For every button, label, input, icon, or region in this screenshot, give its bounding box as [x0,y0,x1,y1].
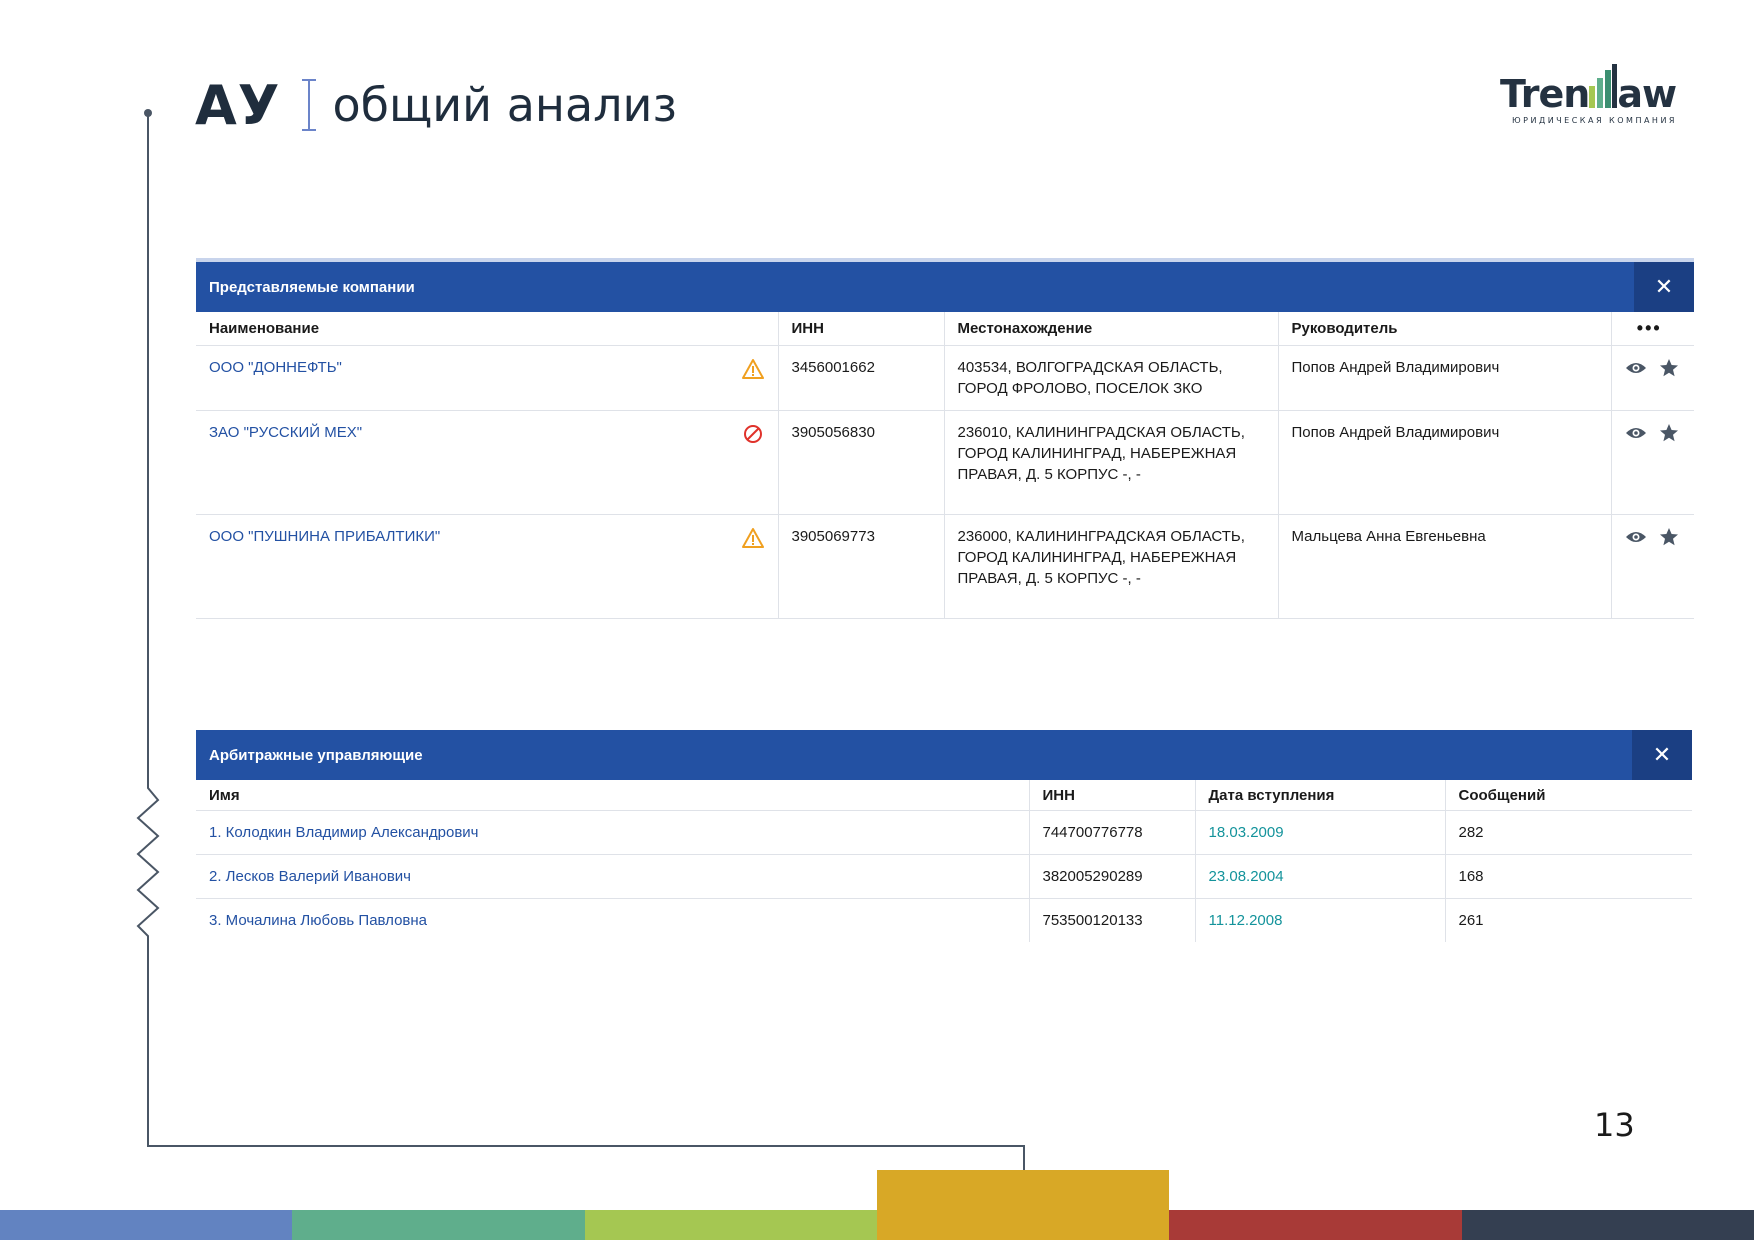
table-row: 3. Мочалина Любовь Павловна 753500120133… [196,898,1692,942]
more-options-icon[interactable]: ••• [1610,312,1694,346]
head-cell: Попов Андрей Владимирович [1277,345,1611,411]
companies-panel-title: Представляемые компании [209,278,415,296]
stripe-green [292,1210,585,1240]
companies-panel: Представляемые компании ✕ Наименование И… [196,258,1694,619]
table-row: ООО "ПУШНИНА ПРИБАЛТИКИ" 3905069773 2360… [196,514,1694,619]
stripe-navy [1461,1210,1754,1240]
column-header-inn[interactable]: ИНН [1028,780,1195,811]
logo-subtext: ЮРИДИЧЕСКАЯ КОМПАНИЯ [1512,116,1677,125]
messages-cell: 168 [1444,854,1692,899]
companies-panel-header: Представляемые компании ✕ [196,262,1694,312]
managers-panel-header: Арбитражные управляющие ✕ [196,730,1692,780]
star-icon[interactable] [1659,423,1679,443]
manager-link[interactable]: 2. Лесков Валерий Иванович [209,868,411,885]
table-row: 2. Лесков Валерий Иванович 382005290289 … [196,854,1692,899]
stripe-gold-raised [877,1170,1169,1240]
inn-cell: 382005290289 [1028,854,1195,899]
close-icon[interactable]: ✕ [1634,262,1694,312]
inn-cell: 3905069773 [777,514,944,619]
company-link[interactable]: ООО "ДОННЕФТЬ" [209,359,342,376]
stripe-red [1169,1210,1462,1240]
address-cell: 403534, ВОЛГОГРАДСКАЯ ОБЛАСТЬ, ГОРОД ФРО… [943,345,1278,411]
manager-link[interactable]: 3. Мочалина Любовь Павловна [209,912,427,929]
blocked-icon [743,425,762,443]
company-link[interactable]: ЗАО "РУССКИЙ МЕХ" [209,424,362,441]
page-number: 13 [1594,1106,1635,1144]
column-header-name[interactable]: Имя [196,780,1029,811]
head-cell: Попов Андрей Владимирович [1277,410,1611,515]
inn-cell: 744700776778 [1028,810,1195,855]
messages-cell: 282 [1444,810,1692,855]
page-subtitle: общий анализ [332,78,677,132]
table-header-row: Наименование ИНН Местонахождение Руковод… [196,312,1694,346]
eye-icon[interactable] [1625,529,1647,545]
column-header-head[interactable]: Руководитель [1277,312,1611,346]
inn-cell: 3905056830 [777,410,944,515]
title-separator [302,79,317,131]
managers-table: Имя ИНН Дата вступления Сообщений 1. Кол… [196,780,1692,942]
close-icon[interactable]: ✕ [1632,730,1692,780]
inn-cell: 3456001662 [777,345,944,411]
manager-link[interactable]: 1. Колодкин Владимир Александрович [209,824,479,841]
table-header-row: Имя ИНН Дата вступления Сообщений [196,780,1692,811]
date-cell: 18.03.2009 [1194,810,1445,855]
stripe-blue [0,1210,293,1240]
page-header: АУ общий анализ [195,70,677,140]
trendlaw-logo: Tren aw ЮРИДИЧЕСКАЯ КОМПАНИЯ [1500,62,1680,128]
company-link[interactable]: ООО "ПУШНИНА ПРИБАЛТИКИ" [209,528,440,545]
column-header-date[interactable]: Дата вступления [1194,780,1445,811]
address-cell: 236010, КАЛИНИНГРАДСКАЯ ОБЛАСТЬ, ГОРОД К… [943,410,1278,515]
address-cell: 236000, КАЛИНИНГРАДСКАЯ ОБЛАСТЬ, ГОРОД К… [943,514,1278,619]
star-icon[interactable] [1659,358,1679,378]
date-cell: 23.08.2004 [1194,854,1445,899]
table-row: ООО "ДОННЕФТЬ" 3456001662 403534, ВОЛГОГ… [196,345,1694,411]
date-cell: 11.12.2008 [1194,898,1445,942]
managers-panel: Арбитражные управляющие ✕ Имя ИНН Дата в… [196,730,1692,942]
table-row: ЗАО "РУССКИЙ МЕХ" 3905056830 236010, КАЛ… [196,410,1694,515]
column-header-name[interactable]: Наименование [196,312,778,346]
managers-panel-title: Арбитражные управляющие [209,746,423,764]
decorative-connector-line [136,109,1025,1170]
column-header-messages[interactable]: Сообщений [1444,780,1692,811]
page-title: АУ [195,73,281,137]
head-cell: Мальцева Анна Евгеньевна [1277,514,1611,619]
eye-icon[interactable] [1625,425,1647,441]
column-header-inn[interactable]: ИНН [777,312,944,346]
inn-cell: 753500120133 [1028,898,1195,942]
warning-icon [741,359,764,379]
star-icon[interactable] [1659,527,1679,547]
logo-bars-icon [1589,64,1617,108]
warning-icon [741,528,764,548]
column-header-location[interactable]: Местонахождение [943,312,1278,346]
stripe-lime [584,1210,877,1240]
messages-cell: 261 [1444,898,1692,942]
companies-table: Наименование ИНН Местонахождение Руковод… [196,312,1694,619]
table-row: 1. Колодкин Владимир Александрович 74470… [196,810,1692,855]
eye-icon[interactable] [1625,360,1647,376]
